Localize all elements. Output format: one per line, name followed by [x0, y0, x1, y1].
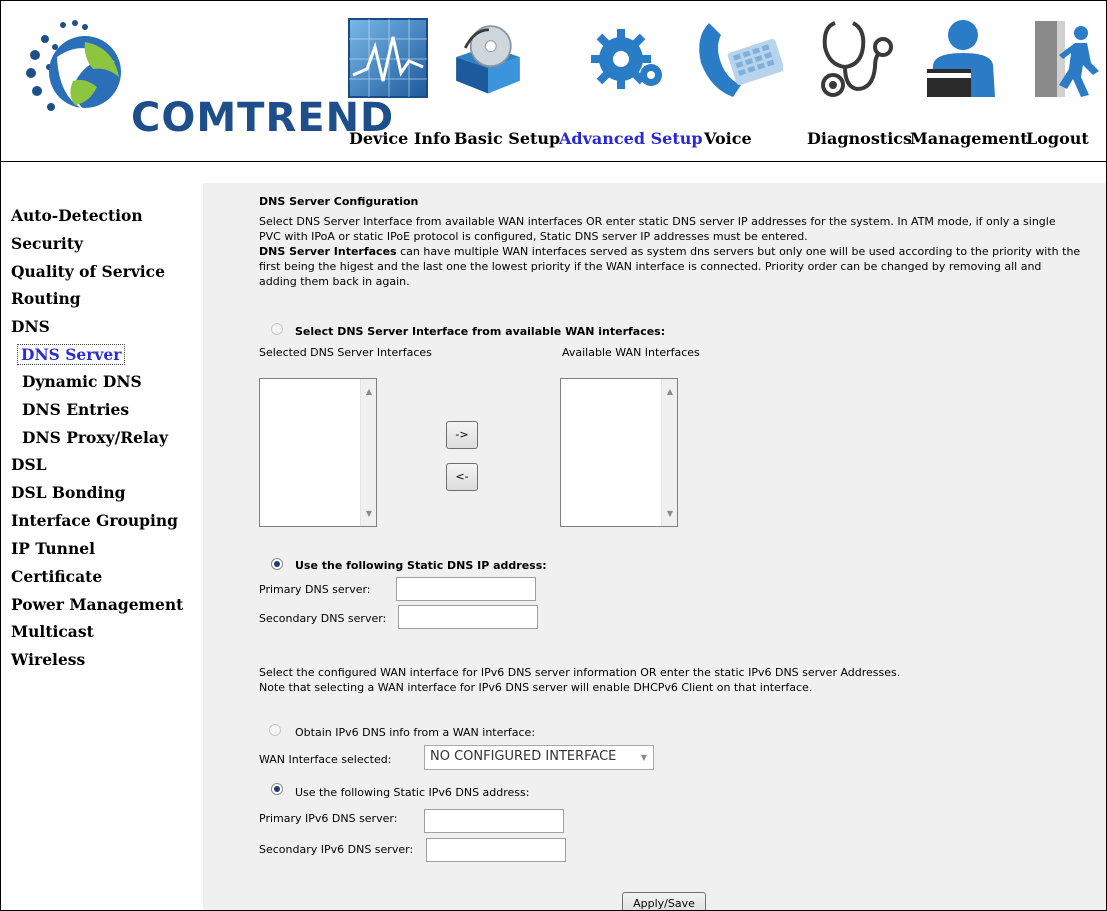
wan-interface-select-value: NO CONFIGURED INTERFACE	[430, 749, 617, 764]
sidebar-item-routing[interactable]: Routing	[11, 289, 81, 308]
main-content: DNS Server Configuration Select DNS Serv…	[203, 183, 1106, 910]
intro-line-4: first being the higest and the last one …	[259, 260, 1042, 273]
static-dns-radio[interactable]	[271, 558, 283, 570]
ipv6-intro-line-1: Select the configured WAN interface for …	[259, 666, 901, 679]
ipv6-wan-radio[interactable]	[269, 724, 281, 736]
device-info-monitor-icon[interactable]	[347, 17, 429, 99]
ipv6-static-radio-label: Use the following Static IPv6 DNS addres…	[295, 786, 530, 799]
sidebar: Auto-Detection Security Quality of Servi…	[1, 162, 203, 910]
nav-logout[interactable]: Logout	[1026, 129, 1089, 148]
header: COMTREND Device Info Basic Setup Advance…	[1, 1, 1106, 162]
ipv6-static-radio[interactable]	[271, 783, 283, 795]
scroll-down-icon[interactable]: ▼	[366, 509, 372, 518]
primary-dns-label: Primary DNS server:	[259, 583, 371, 596]
intro-bold-term: DNS Server Interfaces	[259, 245, 397, 258]
selected-list-label: Selected DNS Server Interfaces	[259, 346, 432, 359]
logout-exit-icon[interactable]	[1031, 17, 1101, 99]
scrollbar[interactable]	[360, 379, 376, 526]
intro-line-3-rest: can have multiple WAN interfaces served …	[396, 245, 1081, 258]
wan-interface-radio[interactable]	[271, 323, 283, 335]
scroll-up-icon[interactable]: ▲	[366, 387, 372, 396]
advanced-setup-gears-icon[interactable]	[587, 17, 669, 99]
intro-line-2: PVC with IPoA or static IPoE protocol is…	[259, 230, 808, 243]
intro-line-1: Select DNS Server Interface from availab…	[259, 215, 1056, 228]
nav-diagnostics[interactable]: Diagnostics	[807, 129, 912, 148]
secondary-ipv6-label: Secondary IPv6 DNS server:	[259, 843, 414, 856]
intro-line-5: adding them back in again.	[259, 275, 410, 288]
primary-ipv6-label: Primary IPv6 DNS server:	[259, 812, 398, 825]
comtrend-logo: COMTREND	[23, 17, 393, 141]
sidebar-item-dns-server[interactable]: DNS Server	[17, 344, 126, 365]
sidebar-item-dsl-bonding[interactable]: DSL Bonding	[11, 483, 125, 502]
available-wan-interfaces-list[interactable]: ▲ ▼	[560, 378, 678, 527]
sidebar-item-auto-detection[interactable]: Auto-Detection	[11, 206, 143, 225]
nav-basic-setup[interactable]: Basic Setup	[454, 129, 560, 148]
voice-phone-icon[interactable]	[691, 17, 783, 99]
secondary-dns-input[interactable]	[398, 605, 538, 629]
page-title: DNS Server Configuration	[259, 195, 419, 208]
app-frame: COMTREND Device Info Basic Setup Advance…	[0, 0, 1107, 911]
scroll-up-icon[interactable]: ▲	[667, 387, 673, 396]
wan-interface-selected-label: WAN Interface selected:	[259, 753, 392, 766]
static-dns-radio-label: Use the following Static DNS IP address:	[295, 559, 547, 572]
sidebar-item-dynamic-dns[interactable]: Dynamic DNS	[22, 372, 142, 391]
sidebar-item-interface-grouping[interactable]: Interface Grouping	[11, 511, 178, 530]
comtrend-globe-icon	[26, 20, 121, 111]
selected-dns-interfaces-list[interactable]: ▲ ▼	[259, 378, 377, 527]
intro-line-3: DNS Server Interfaces can have multiple …	[259, 244, 1080, 259]
sidebar-item-security[interactable]: Security	[11, 234, 83, 253]
scroll-down-icon[interactable]: ▼	[667, 509, 673, 518]
nav-voice[interactable]: Voice	[704, 129, 752, 148]
sidebar-item-dns-proxy-relay[interactable]: DNS Proxy/Relay	[22, 428, 168, 447]
diagnostics-stethoscope-icon[interactable]	[813, 17, 895, 99]
primary-ipv6-input[interactable]	[424, 809, 564, 833]
sidebar-item-quality-of-service[interactable]: Quality of Service	[11, 262, 165, 281]
move-right-button[interactable]: ->	[446, 421, 478, 449]
scrollbar[interactable]	[661, 379, 677, 526]
chevron-down-icon: ▼	[640, 753, 647, 762]
sidebar-item-dns[interactable]: DNS	[11, 317, 50, 336]
secondary-dns-label: Secondary DNS server:	[259, 612, 387, 625]
nav-advanced-setup[interactable]: Advanced Setup	[559, 129, 703, 148]
ipv6-intro-line-2: Note that selecting a WAN interface for …	[259, 681, 813, 694]
sidebar-item-multicast[interactable]: Multicast	[11, 622, 94, 641]
sidebar-item-ip-tunnel[interactable]: IP Tunnel	[11, 539, 95, 558]
nav-device-info[interactable]: Device Info	[349, 129, 451, 148]
ipv6-wan-radio-label: Obtain IPv6 DNS info from a WAN interfac…	[295, 726, 536, 739]
apply-save-button[interactable]: Apply/Save	[622, 892, 706, 910]
primary-dns-input[interactable]	[396, 577, 536, 601]
nav-management[interactable]: Management	[910, 129, 1028, 148]
sidebar-item-dns-entries[interactable]: DNS Entries	[22, 400, 129, 419]
wan-interface-select[interactable]: NO CONFIGURED INTERFACE ▼	[424, 745, 654, 770]
secondary-ipv6-input[interactable]	[426, 838, 566, 862]
sidebar-item-dsl[interactable]: DSL	[11, 455, 47, 474]
available-list-label: Available WAN Interfaces	[562, 346, 700, 359]
basic-setup-disc-box-icon[interactable]	[447, 17, 529, 99]
sidebar-item-power-management[interactable]: Power Management	[11, 595, 183, 614]
move-left-button[interactable]: <-	[446, 463, 478, 491]
sidebar-item-wireless[interactable]: Wireless	[11, 650, 85, 669]
sidebar-item-certificate[interactable]: Certificate	[11, 567, 102, 586]
wan-interface-radio-label: Select DNS Server Interface from availab…	[295, 325, 666, 338]
management-person-icon[interactable]	[921, 17, 1003, 99]
